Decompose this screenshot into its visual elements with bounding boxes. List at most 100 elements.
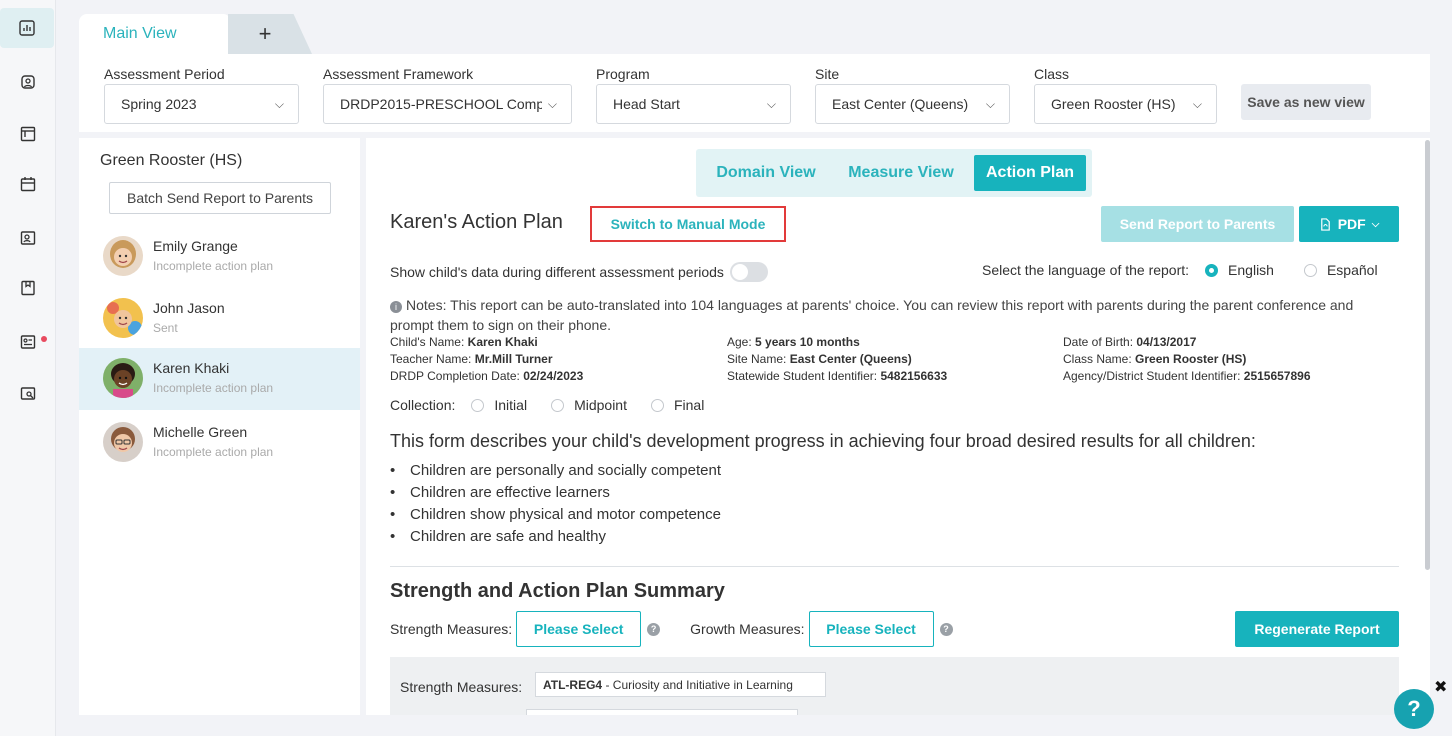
plus-icon: +: [258, 21, 272, 46]
student-item-karen-khaki[interactable]: Karen Khaki Incomplete action plan: [79, 348, 360, 410]
drdp-date-value: 02/24/2023: [523, 369, 584, 383]
tab-main-view[interactable]: Main View: [79, 14, 231, 54]
notes: i Notes: This report can be auto-translat…: [390, 295, 1370, 335]
teacher-value: Mr.Mill Turner: [474, 352, 553, 366]
program-value: Head Start: [613, 96, 680, 112]
collection-final-label: Final: [673, 397, 705, 413]
help-icon[interactable]: ?: [647, 622, 661, 636]
growth-measures-label: Growth Measures:: [690, 621, 805, 637]
regenerate-report-button[interactable]: Regenerate Report: [1235, 611, 1399, 647]
site-select[interactable]: East Center (Queens) ⌵: [815, 84, 1010, 124]
assessment-period-label: Assessment Period: [104, 66, 225, 82]
language-option-espanol[interactable]: Español: [1303, 262, 1378, 278]
help-button[interactable]: ?: [1394, 689, 1434, 729]
agency-id-value: 2515657896: [1243, 369, 1311, 383]
dashboard-icon[interactable]: [0, 8, 54, 48]
language-english: English: [1228, 262, 1274, 278]
switch-to-manual-mode-button[interactable]: Switch to Manual Mode: [590, 206, 786, 242]
batch-send-report-button[interactable]: Batch Send Report to Parents: [109, 182, 331, 214]
strength-measure-chip: ATL-REG4 - Curiosity and Initiative in L…: [535, 672, 826, 697]
search-report-icon[interactable]: [0, 374, 56, 414]
tab-measure-view[interactable]: Measure View: [834, 155, 968, 191]
site-filter: Site East Center (Queens) ⌵: [815, 66, 1010, 124]
pdf-button[interactable]: PDF ⌵: [1299, 206, 1399, 242]
pdf-label: PDF: [1337, 216, 1366, 232]
show-periods-toggle[interactable]: [729, 262, 768, 282]
assessment-framework-filter: Assessment Framework DRDP2015-PRESCHOOL …: [323, 66, 572, 124]
site-label: Site: [815, 66, 840, 82]
left-nav-rail: [0, 0, 56, 736]
student-name: Emily Grange: [153, 238, 238, 254]
student-status: Incomplete action plan: [153, 259, 274, 273]
action-plan-panel: Domain View Measure View Action Plan Kar…: [366, 138, 1424, 715]
radio[interactable]: [471, 398, 485, 412]
close-icon[interactable]: ✖: [1434, 677, 1447, 697]
strength-measures-box: Strength Measures: ATL-REG4 - Curiosity …: [390, 657, 1399, 715]
show-periods-label: Show child's data during different asses…: [390, 264, 724, 280]
list-item: Children are personally and socially com…: [390, 460, 721, 482]
class-name-heading: Green Rooster (HS): [100, 152, 243, 169]
student-list-panel: Green Rooster (HS) Batch Send Report to …: [79, 138, 360, 715]
collection-initial-label: Initial: [494, 397, 528, 413]
chevron-down-icon: ⌵: [985, 96, 995, 111]
site-name-value: East Center (Queens): [789, 352, 912, 366]
collection-option-initial[interactable]: Initial: [471, 397, 527, 413]
strength-code: ATL-REG4: [543, 677, 603, 692]
teacher-field: Teacher Name: Mr.Mill Turner: [390, 352, 553, 366]
class-name-label: Class Name:: [1063, 352, 1132, 366]
tab-domain-view[interactable]: Domain View: [702, 155, 830, 191]
tab-main-view-label: Main View: [103, 25, 177, 42]
bookmark-icon[interactable]: [0, 268, 56, 308]
assessment-framework-select[interactable]: DRDP2015-PRESCHOOL Comprehensive ⌵: [323, 84, 572, 124]
student-item-john-jason[interactable]: John Jason Sent: [79, 288, 360, 350]
summary-title: Strength and Action Plan Summary: [390, 580, 725, 602]
avatar: [103, 298, 143, 338]
description-heading: This form describes your child's develop…: [390, 431, 1256, 451]
help-icon[interactable]: ?: [939, 622, 953, 636]
list-item: Children are effective learners: [390, 482, 721, 504]
collection-selector: Collection: Initial Midpoint Final: [390, 397, 712, 413]
radio[interactable]: [650, 398, 664, 412]
child-name-label: Child's Name:: [390, 335, 465, 349]
notification-dot: [41, 336, 47, 342]
child-name-field: Child's Name: Karen Khaki: [390, 335, 538, 349]
radio-selected[interactable]: [1205, 263, 1219, 277]
scrollbar-thumb[interactable]: [1425, 140, 1430, 570]
list-item: Children show physical and motor compete…: [390, 504, 721, 526]
layout-icon[interactable]: [0, 114, 56, 154]
measures-row: Strength Measures: Please Select ? Growt…: [390, 611, 953, 647]
send-report-to-parents-button[interactable]: Send Report to Parents: [1101, 206, 1294, 242]
list-item: Children are safe and healthy: [390, 526, 721, 548]
desired-results-list: Children are personally and socially com…: [390, 460, 721, 548]
agency-id-field: Agency/District Student Identifier: 2515…: [1063, 369, 1311, 383]
divider: [390, 566, 1399, 567]
chevron-down-icon: ⌵: [766, 96, 776, 111]
contacts-icon[interactable]: [0, 218, 56, 258]
radio[interactable]: [1303, 263, 1317, 277]
age-value: 5 years 10 months: [755, 335, 860, 349]
class-select[interactable]: Green Rooster (HS) ⌵: [1034, 84, 1217, 124]
student-item-michelle-green[interactable]: Michelle Green Incomplete action plan: [79, 412, 360, 474]
strength-please-select-button[interactable]: Please Select: [516, 611, 642, 647]
class-name-field: Class Name: Green Rooster (HS): [1063, 352, 1246, 366]
collection-option-midpoint[interactable]: Midpoint: [551, 397, 627, 413]
age-field: Age: 5 years 10 months: [727, 335, 860, 349]
calendar-icon[interactable]: [0, 164, 56, 204]
program-select[interactable]: Head Start ⌵: [596, 84, 791, 124]
students-icon[interactable]: [0, 62, 56, 102]
dob-field: Date of Birth: 04/13/2017: [1063, 335, 1196, 349]
page-title: Karen's Action Plan: [390, 211, 563, 233]
add-tab-button[interactable]: +: [228, 14, 312, 54]
chevron-down-icon: ⌵: [1192, 96, 1202, 111]
language-espanol: Español: [1326, 262, 1378, 278]
dob-label: Date of Birth:: [1063, 335, 1134, 349]
report-card-icon[interactable]: [0, 322, 56, 362]
tab-action-plan[interactable]: Action Plan: [974, 155, 1086, 191]
growth-please-select-button[interactable]: Please Select: [808, 611, 934, 647]
assessment-period-select[interactable]: Spring 2023 ⌵: [104, 84, 299, 124]
radio[interactable]: [551, 398, 565, 412]
collection-option-final[interactable]: Final: [650, 397, 705, 413]
save-as-new-view-button[interactable]: Save as new view: [1241, 84, 1371, 120]
language-option-english[interactable]: English: [1205, 262, 1274, 278]
student-item-emily-grange[interactable]: Emily Grange Incomplete action plan: [79, 226, 360, 288]
